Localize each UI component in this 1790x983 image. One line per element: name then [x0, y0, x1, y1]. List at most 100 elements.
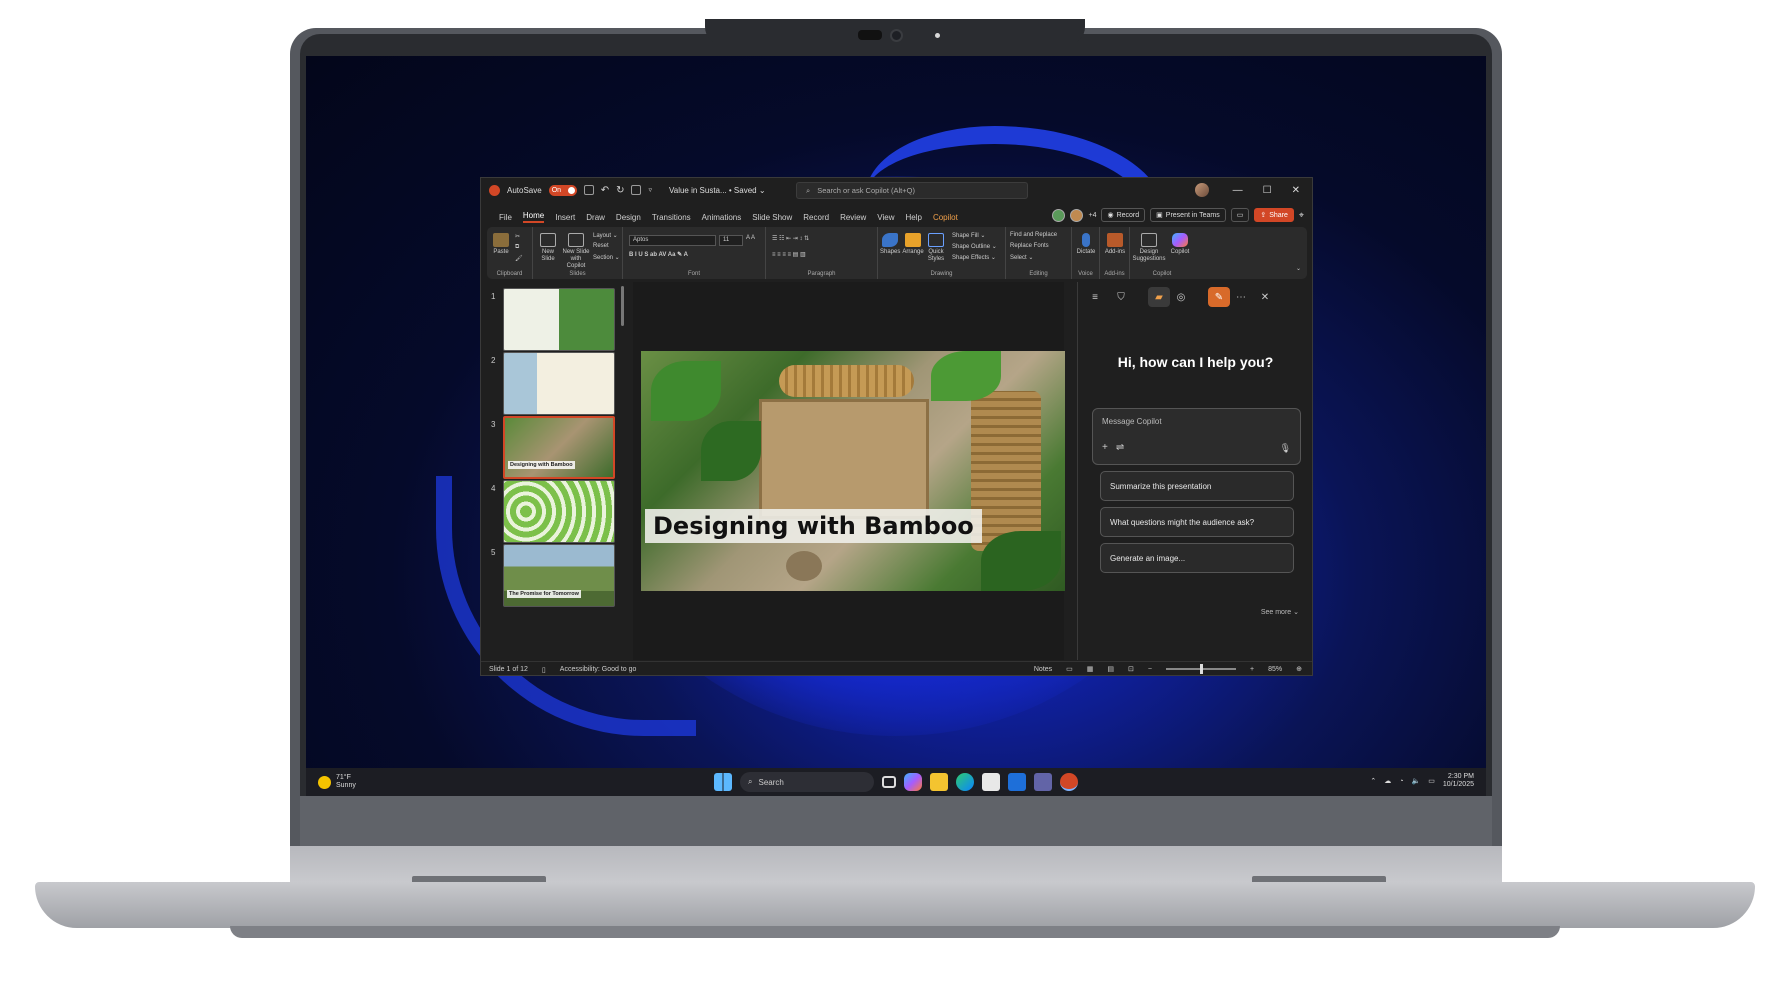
fit-slide-icon[interactable]: ⊕	[1296, 665, 1302, 673]
close-pane-icon[interactable]: ✕	[1254, 287, 1276, 307]
outlook-icon[interactable]	[1008, 773, 1026, 791]
normal-view-icon[interactable]: ▭	[1066, 665, 1073, 673]
section-button[interactable]: Section ⌄	[593, 254, 620, 261]
work-icon[interactable]: ▰	[1148, 287, 1170, 307]
tab-review[interactable]: Review	[840, 213, 866, 222]
align-controls[interactable]: ≡ ≡ ≡ ≡ ▤ ▥	[772, 251, 806, 258]
file-explorer-icon[interactable]	[930, 773, 948, 791]
copilot-app-icon[interactable]	[904, 773, 922, 791]
record-button[interactable]: ◉ Record	[1101, 208, 1146, 222]
minimize-icon[interactable]: —	[1233, 185, 1243, 196]
thumbnail-row[interactable]: 2	[481, 352, 627, 420]
new-chat-icon[interactable]: ✎	[1208, 287, 1230, 307]
menu-icon[interactable]: ≡	[1084, 287, 1106, 307]
autosave-toggle[interactable]: On	[548, 184, 577, 196]
layout-button[interactable]: Layout ⌄	[593, 232, 618, 239]
dictate-button[interactable]: Dictate	[1074, 233, 1098, 256]
new-slide-button[interactable]: New Slide	[537, 233, 559, 263]
chevron-up-icon[interactable]: ⌃	[1370, 777, 1376, 785]
save-icon[interactable]	[583, 185, 594, 195]
slideshow-icon[interactable]: ⊡	[1128, 665, 1134, 673]
arrange-button[interactable]: Arrange	[902, 233, 924, 256]
slide-title[interactable]: Designing with Bamboo	[645, 509, 982, 543]
close-icon[interactable]: ✕	[1292, 185, 1300, 196]
suggestion-generate-image[interactable]: Generate an image...	[1100, 543, 1294, 573]
wifi-icon[interactable]: ◔	[1399, 778, 1403, 785]
edge-icon[interactable]	[956, 773, 974, 791]
tab-copilot[interactable]: Copilot	[933, 213, 958, 222]
cut-icon[interactable]: ✂	[515, 233, 520, 240]
document-title[interactable]: Value in Susta... • Saved ⌄	[669, 186, 766, 195]
slide-thumbnail[interactable]	[503, 352, 615, 415]
coach-icon[interactable]: ⌖	[1299, 210, 1304, 221]
volume-icon[interactable]: 🔈	[1412, 777, 1421, 785]
thumbnail-row[interactable]: 4	[481, 480, 627, 548]
thumbnail-row[interactable]: 3 Designing with Bamboo	[481, 416, 627, 484]
paste-button[interactable]: Paste	[491, 233, 511, 256]
weather-widget[interactable]: 71°F Sunny	[318, 774, 356, 790]
see-more-link[interactable]: See more ⌄	[1261, 608, 1299, 616]
collaborator-count[interactable]: +4	[1088, 212, 1096, 219]
font-format-row[interactable]: B I U S ab AV Aa ✎ A	[629, 251, 688, 258]
settings-sliders-icon[interactable]: ⇌	[1116, 442, 1124, 453]
present-icon[interactable]	[631, 185, 642, 195]
slide-thumbnail[interactable]: The Promise for Tomorrow	[503, 544, 615, 607]
copilot-message-box[interactable]: + ⇌ 🎙	[1092, 408, 1301, 465]
start-icon[interactable]	[714, 773, 732, 791]
reading-view-icon[interactable]: ▤	[1107, 665, 1114, 673]
current-slide[interactable]: Designing with Bamboo	[641, 351, 1065, 591]
slide-thumbnail[interactable]	[503, 480, 615, 543]
font-name-box[interactable]: Aptos	[629, 235, 716, 246]
accessibility-status[interactable]: Accessibility: Good to go	[560, 666, 637, 673]
teams-icon[interactable]	[1034, 773, 1052, 791]
collaborator-avatar-2[interactable]	[1070, 208, 1084, 222]
tab-animations[interactable]: Animations	[702, 213, 742, 222]
tab-record[interactable]: Record	[803, 213, 829, 222]
design-suggestions-button[interactable]: Design Suggestions	[1132, 233, 1166, 263]
web-icon[interactable]: ◎	[1170, 287, 1192, 307]
redo-icon[interactable]: ↻	[616, 185, 624, 196]
suggestion-audience-questions[interactable]: What questions might the audience ask?	[1100, 507, 1294, 537]
tab-home[interactable]: Home	[522, 211, 545, 223]
share-button[interactable]: ⇪ Share	[1254, 208, 1294, 222]
tab-draw[interactable]: Draw	[586, 213, 605, 222]
thumbnail-row[interactable]: 5 The Promise for Tomorrow	[481, 544, 627, 612]
notes-book-icon[interactable]: ▯	[542, 666, 546, 674]
quick-styles-button[interactable]: Quick Styles	[926, 233, 946, 263]
slide-thumbnail-selected[interactable]: Designing with Bamboo	[503, 416, 615, 479]
tab-file[interactable]: File	[499, 213, 512, 222]
shape-outline-button[interactable]: Shape Outline ⌄	[952, 243, 997, 250]
thumbnail-scrollbar[interactable]	[621, 286, 624, 326]
format-painter-icon[interactable]: 🖌	[515, 255, 523, 262]
zoom-out-icon[interactable]: −	[1148, 666, 1152, 673]
font-size-controls[interactable]: A A	[746, 235, 755, 241]
thumbnail-row[interactable]: 1	[481, 288, 627, 356]
zoom-slider[interactable]	[1166, 664, 1237, 674]
tab-insert[interactable]: Insert	[555, 213, 575, 222]
clock[interactable]: 2:30 PM 10/1/2025	[1443, 773, 1474, 789]
font-size-box[interactable]: 11	[719, 235, 743, 246]
undo-icon[interactable]: ↶	[601, 185, 609, 196]
tab-slide-show[interactable]: Slide Show	[752, 213, 792, 222]
customize-toolbar-icon[interactable]: ▿	[648, 186, 652, 194]
reset-button[interactable]: Reset	[593, 243, 609, 249]
microphone-icon[interactable]: 🎙	[1280, 443, 1291, 454]
present-in-teams-button[interactable]: ▣ Present in Teams	[1150, 208, 1226, 222]
shape-fill-button[interactable]: Shape Fill ⌄	[952, 232, 985, 239]
find-replace-button[interactable]: Find and Replace	[1010, 232, 1057, 238]
copilot-ribbon-button[interactable]: Copilot	[1168, 233, 1192, 256]
notes-button[interactable]: Notes	[1034, 666, 1052, 673]
slide-thumbnail[interactable]	[503, 288, 615, 351]
ribbon-collapse-icon[interactable]: ⌄	[1296, 265, 1301, 272]
powerpoint-app-icon[interactable]	[1060, 773, 1078, 791]
battery-icon[interactable]: ▭	[1428, 777, 1435, 785]
comments-button[interactable]: ▭	[1230, 208, 1250, 222]
maximize-icon[interactable]: ☐	[1263, 185, 1272, 196]
tab-design[interactable]: Design	[616, 213, 641, 222]
replace-fonts-button[interactable]: Replace Fonts	[1010, 243, 1049, 249]
collaborator-avatar[interactable]	[1052, 208, 1066, 222]
zoom-level[interactable]: 85%	[1268, 666, 1282, 673]
copilot-message-input[interactable]	[1102, 417, 1282, 426]
tab-help[interactable]: Help	[906, 213, 922, 222]
shape-effects-button[interactable]: Shape Effects ⌄	[952, 254, 996, 261]
